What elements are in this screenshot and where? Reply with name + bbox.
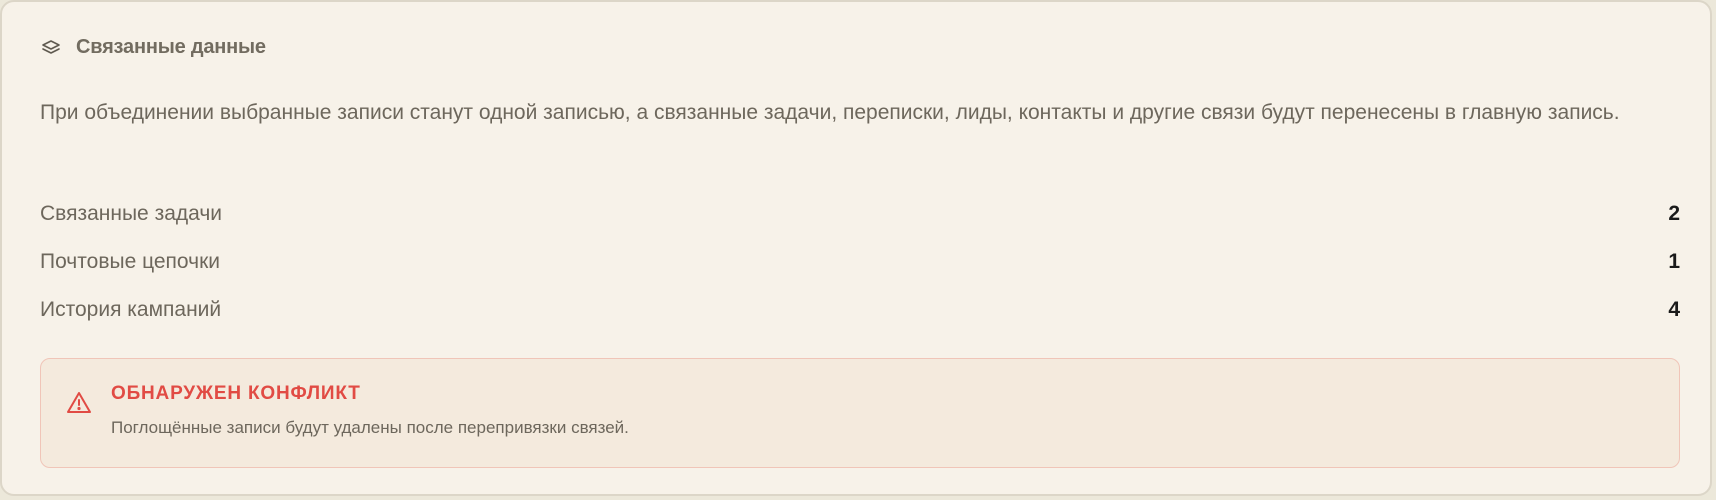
related-stats-list: Связанные задачи 2 Почтовые цепочки 1 Ис…	[40, 190, 1680, 334]
stat-value: 1	[1668, 250, 1680, 273]
merge-description: При объединении выбранные записи станут …	[40, 101, 1620, 124]
stat-label: История кампаний	[40, 298, 222, 321]
card-header: Связанные данные	[40, 36, 266, 59]
alert-title: ОБНАРУЖЕН КОНФЛИКТ	[111, 383, 361, 404]
conflict-alert: ОБНАРУЖЕН КОНФЛИКТ Поглощённые записи бу…	[40, 358, 1680, 468]
layers-icon	[40, 37, 62, 59]
stat-value: 2	[1668, 202, 1680, 225]
stat-row-campaign-history: История кампаний 4	[40, 286, 1680, 334]
warning-triangle-icon	[65, 389, 93, 417]
related-data-card: Связанные данные При объединении выбранн…	[0, 0, 1712, 496]
stat-value: 4	[1668, 298, 1680, 321]
alert-text: Поглощённые записи будут удалены после п…	[111, 418, 629, 437]
stat-label: Связанные задачи	[40, 202, 223, 225]
stat-row-tasks: Связанные задачи 2	[40, 190, 1680, 238]
stat-row-email-threads: Почтовые цепочки 1	[40, 238, 1680, 286]
card-title: Связанные данные	[76, 36, 266, 58]
stat-label: Почтовые цепочки	[40, 250, 220, 273]
